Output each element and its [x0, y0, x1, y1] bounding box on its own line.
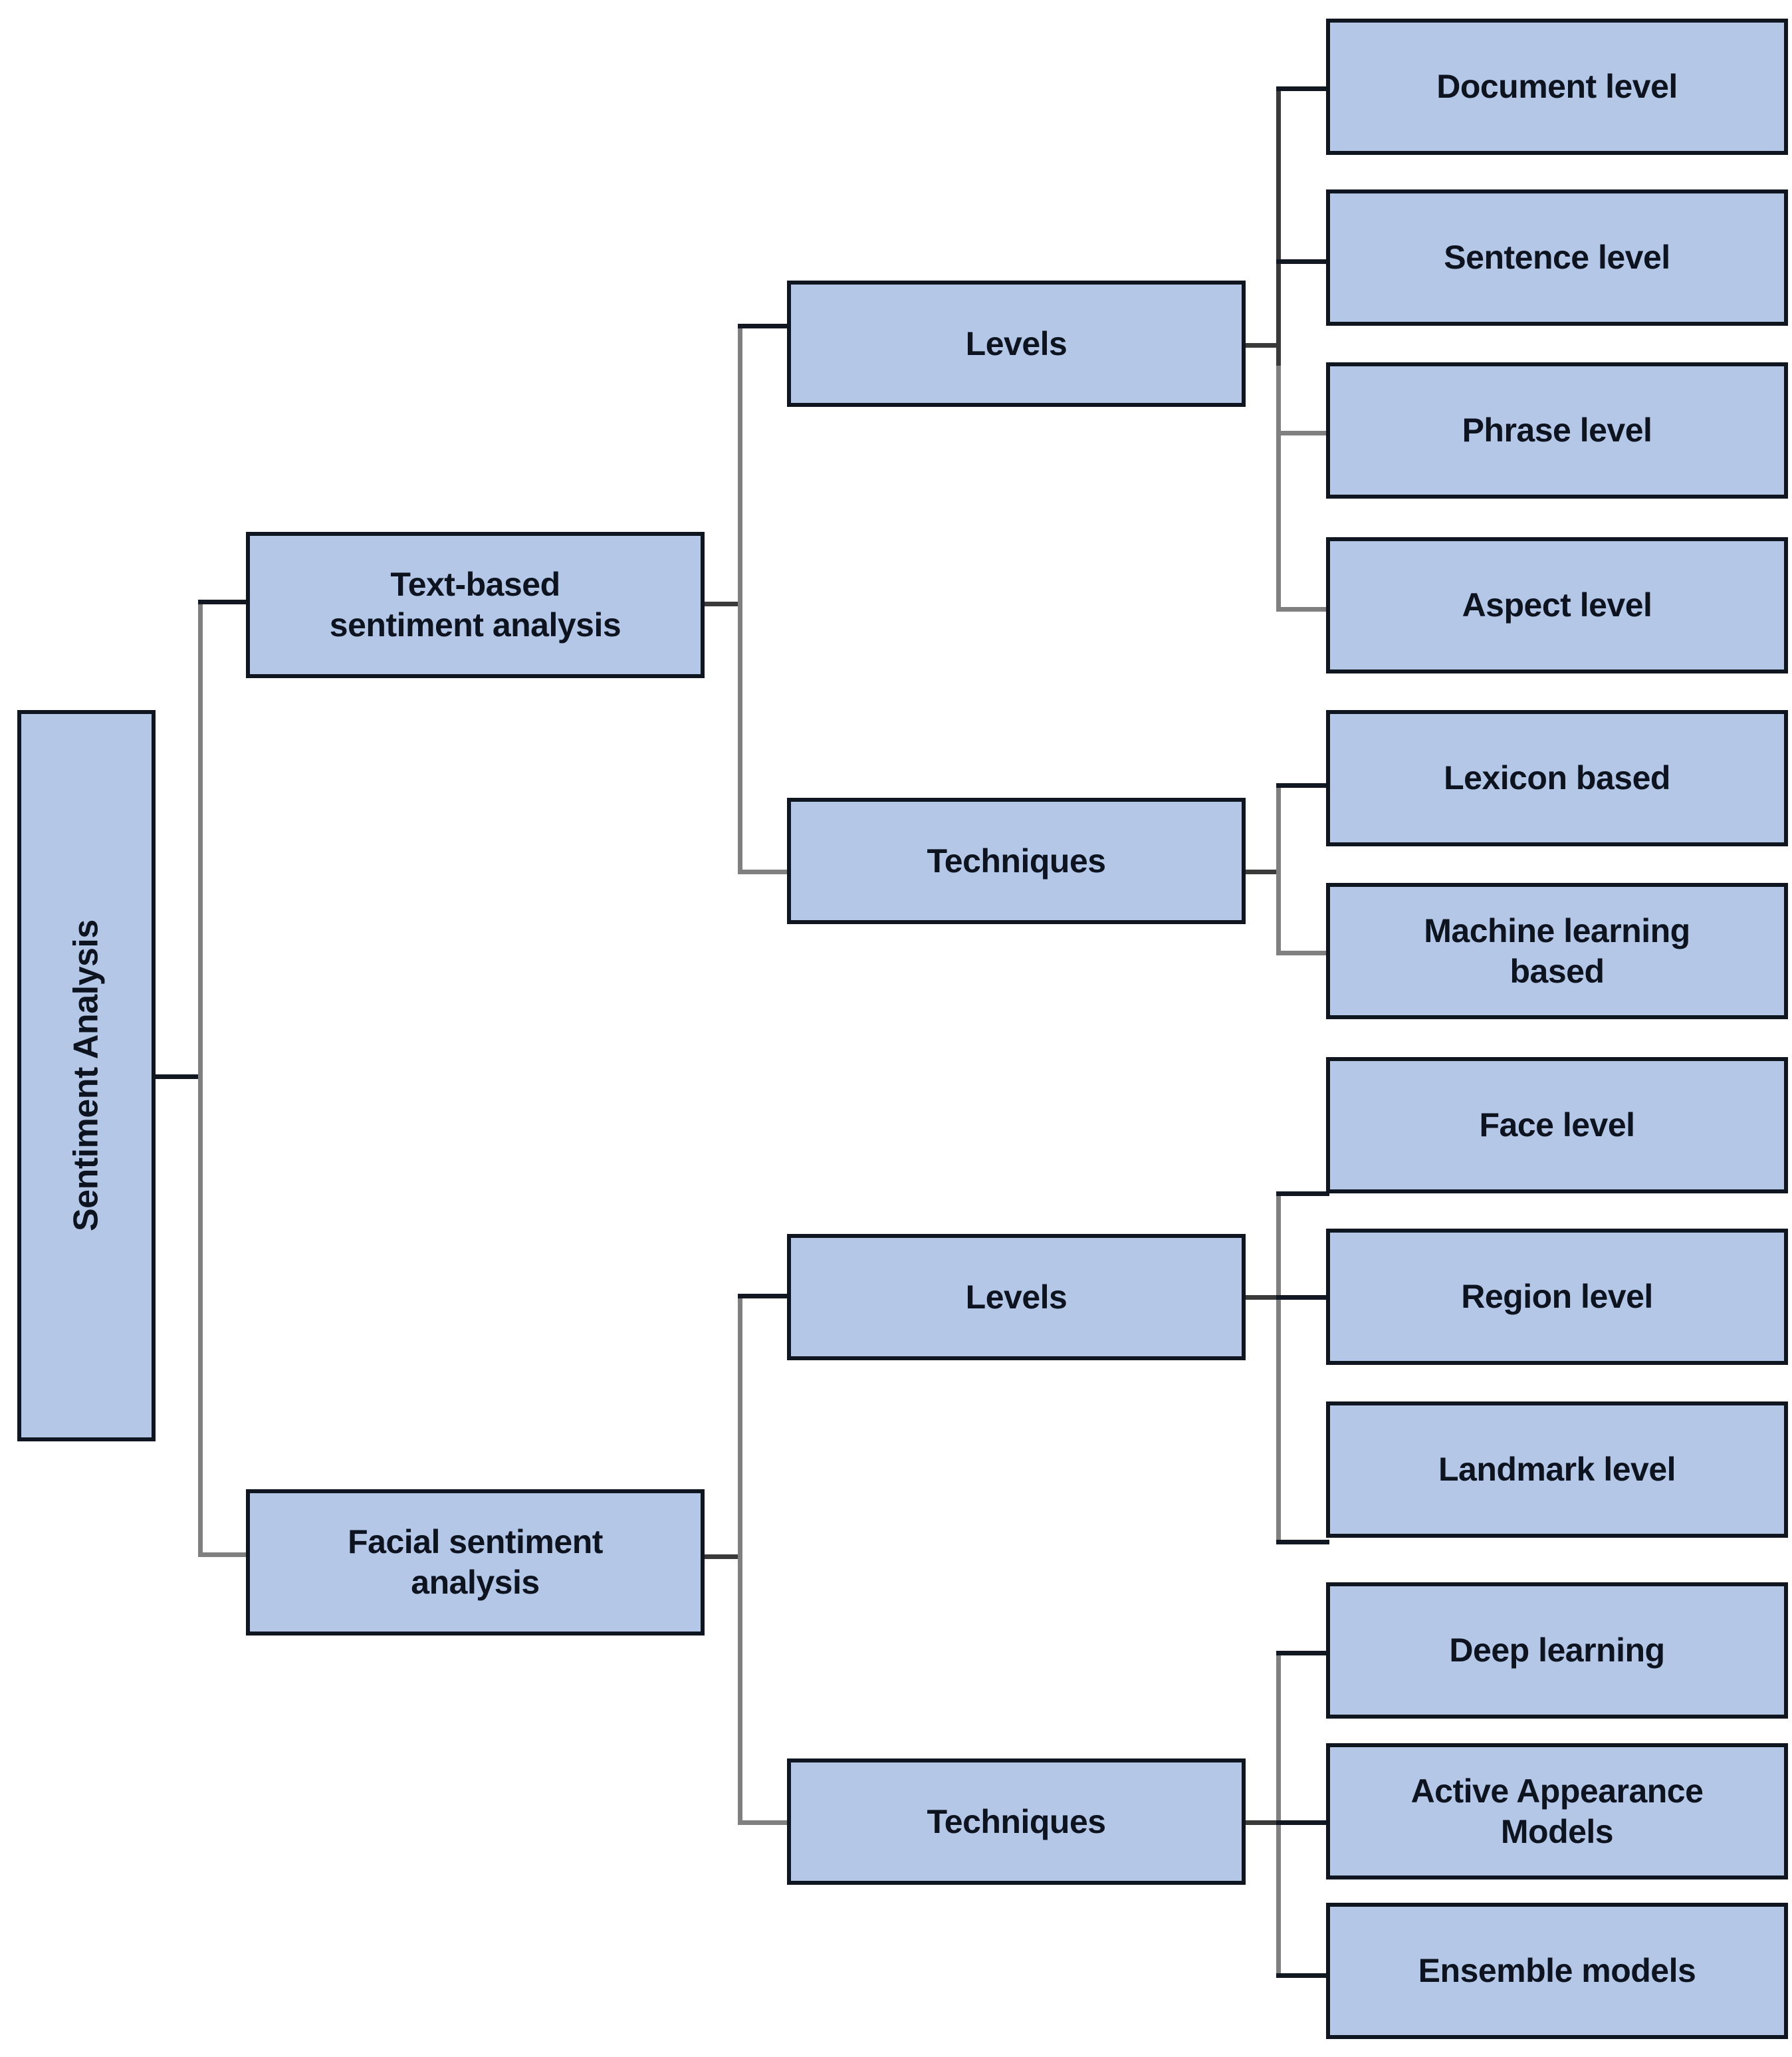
node-label: Document level [1436, 68, 1678, 105]
node-label: Techniques [927, 842, 1106, 880]
node-text-levels[interactable]: Levels [787, 281, 1246, 407]
node-facial-sentiment-analysis[interactable]: Facial sentiment analysis [246, 1489, 705, 1635]
connector-text-to-levels [738, 324, 790, 328]
connector-to-sentence-level [1276, 259, 1329, 264]
connector-text-techniques-stub [1240, 870, 1280, 874]
node-label: Levels [965, 324, 1067, 362]
node-label: Landmark level [1438, 1451, 1676, 1488]
node-label: Text-based sentiment analysis [329, 566, 621, 644]
connector-to-deep-learning [1276, 1651, 1329, 1655]
connector-text-to-techniques [738, 870, 790, 874]
connector-root-to-facial-branch [198, 1552, 250, 1557]
connector-text-branch-spine [738, 324, 742, 874]
node-facial-levels[interactable]: Levels [787, 1234, 1246, 1360]
node-active-appearance-models[interactable]: Active Appearance Models [1326, 1743, 1788, 1879]
connector-to-lexicon-based [1276, 783, 1329, 788]
node-document-level[interactable]: Document level [1326, 19, 1788, 155]
sentiment-analysis-hierarchy-diagram: Sentiment Analysis Text-based sentiment … [0, 0, 1792, 2057]
connector-facial-techniques-spine [1276, 1651, 1281, 1975]
node-label: Ensemble models [1418, 1952, 1696, 1989]
node-label: Techniques [927, 1802, 1106, 1840]
connector-root-to-text-branch [198, 600, 250, 604]
node-text-based-sentiment-analysis[interactable]: Text-based sentiment analysis [246, 532, 705, 678]
node-text-techniques[interactable]: Techniques [787, 798, 1246, 924]
node-machine-learning-based[interactable]: Machine learning based [1326, 883, 1788, 1019]
node-deep-learning[interactable]: Deep learning [1326, 1582, 1788, 1719]
connector-to-ensemble-models [1276, 1973, 1329, 1978]
connector-text-levels-spine-upper [1276, 86, 1281, 366]
connector-facial-branch-stub [702, 1554, 742, 1559]
connector-facial-to-techniques [738, 1820, 790, 1825]
node-facial-techniques[interactable]: Techniques [787, 1758, 1246, 1885]
node-label: Phrase level [1462, 412, 1652, 449]
node-lexicon-based[interactable]: Lexicon based [1326, 710, 1788, 846]
node-label: Lexicon based [1444, 759, 1670, 796]
node-label: Sentiment Analysis [66, 919, 106, 1232]
connector-text-techniques-spine [1276, 783, 1281, 955]
connector-to-aspect-level [1276, 607, 1329, 612]
connector-to-active-appearance-models [1276, 1820, 1329, 1825]
node-region-level[interactable]: Region level [1326, 1229, 1788, 1365]
node-phrase-level[interactable]: Phrase level [1326, 362, 1788, 499]
node-label: Active Appearance Models [1410, 1772, 1704, 1850]
connector-to-machine-learning-based [1276, 951, 1329, 955]
node-aspect-level[interactable]: Aspect level [1326, 537, 1788, 673]
connector-root-spine [198, 600, 203, 1557]
connector-to-region-level [1276, 1295, 1329, 1300]
connector-root-stub [154, 1074, 202, 1079]
node-label: Deep learning [1449, 1632, 1665, 1669]
node-root-sentiment-analysis[interactable]: Sentiment Analysis [17, 710, 156, 1441]
connector-to-landmark-level [1276, 1540, 1329, 1544]
node-face-level[interactable]: Face level [1326, 1057, 1788, 1193]
node-label: Region level [1461, 1278, 1653, 1315]
connector-facial-to-levels [738, 1294, 790, 1298]
connector-to-document-level [1276, 86, 1329, 91]
node-label: Face level [1479, 1106, 1635, 1144]
connector-facial-levels-stub [1240, 1295, 1280, 1300]
node-label: Levels [965, 1278, 1067, 1316]
connector-facial-levels-spine [1276, 1191, 1281, 1544]
node-label: Machine learning based [1424, 911, 1690, 990]
node-label: Sentence level [1444, 239, 1670, 276]
node-sentence-level[interactable]: Sentence level [1326, 189, 1788, 326]
node-label: Aspect level [1462, 586, 1652, 624]
connector-text-branch-stub [702, 602, 742, 606]
connector-facial-branch-spine [738, 1294, 742, 1824]
node-ensemble-models[interactable]: Ensemble models [1326, 1903, 1788, 2039]
connector-to-face-level [1276, 1191, 1329, 1196]
connector-to-phrase-level [1276, 431, 1329, 435]
node-landmark-level[interactable]: Landmark level [1326, 1401, 1788, 1538]
connector-text-levels-stub [1240, 343, 1280, 348]
connector-facial-techniques-stub [1240, 1820, 1280, 1825]
node-label: Facial sentiment analysis [348, 1523, 603, 1601]
